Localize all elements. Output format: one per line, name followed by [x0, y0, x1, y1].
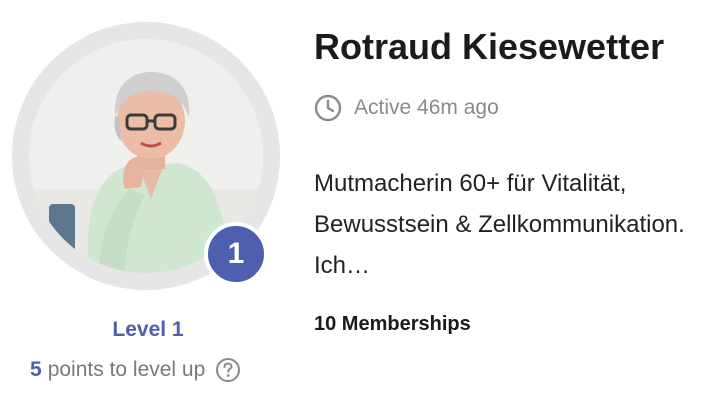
avatar-container[interactable]: 1 — [12, 22, 280, 290]
level-label: Level 1 — [112, 318, 184, 341]
points-count: 5 — [30, 358, 42, 381]
level-badge: 1 — [204, 222, 268, 286]
points-to-level-up: 5 points to level up — [30, 357, 241, 383]
activity-status: Active 46m ago — [314, 94, 499, 122]
active-text: Active 46m ago — [354, 96, 499, 119]
points-suffix: points to level up — [47, 358, 206, 381]
profile-bio: Mutmacherin 60+ für Vitalität, Bewusstse… — [314, 170, 685, 279]
profile-name: Rotraud Kiesewetter — [314, 26, 665, 67]
clock-icon — [314, 94, 342, 122]
question-circle-icon[interactable] — [215, 357, 241, 383]
memberships-count[interactable]: 10 Memberships — [314, 313, 471, 336]
